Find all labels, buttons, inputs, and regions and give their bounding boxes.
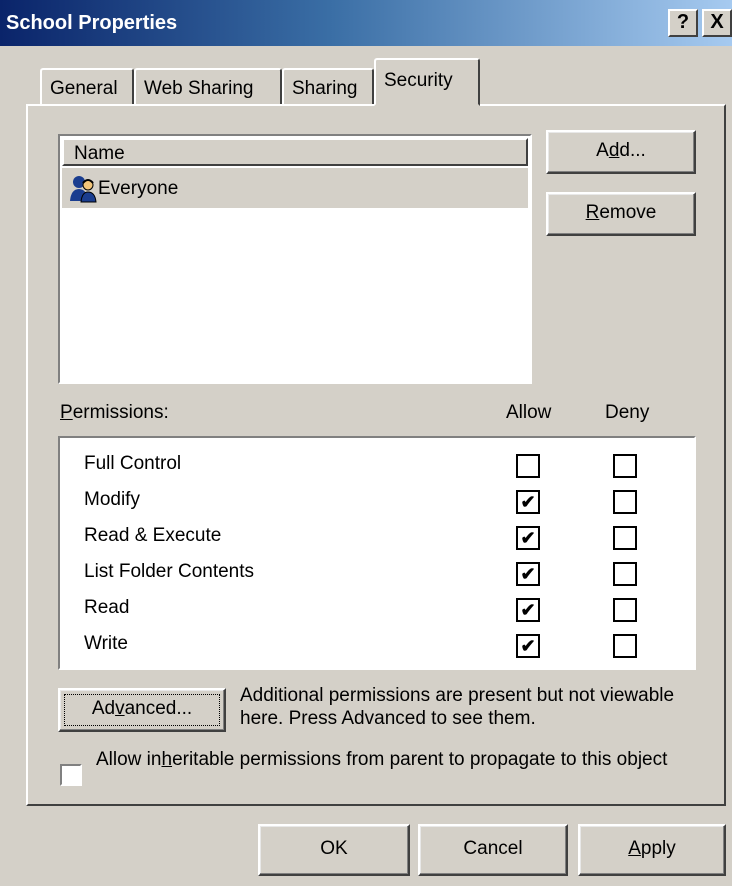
tab-web-sharing[interactable]: Web Sharing	[134, 68, 282, 104]
deny-checkbox[interactable]	[613, 490, 637, 514]
tab-general[interactable]: General	[40, 68, 134, 104]
permission-label: Modify	[84, 489, 140, 510]
add-button[interactable]: Add...	[546, 130, 696, 174]
ok-button[interactable]: OK	[258, 824, 410, 876]
tab-sharing[interactable]: Sharing	[282, 68, 374, 104]
permission-label: Read & Execute	[84, 525, 222, 546]
cancel-button[interactable]: Cancel	[418, 824, 568, 876]
allow-column-header: Allow	[506, 402, 552, 423]
deny-checkbox[interactable]	[613, 454, 637, 478]
help-button[interactable]: ?	[668, 9, 698, 37]
advanced-button[interactable]: Advanced...	[58, 688, 226, 732]
deny-checkbox[interactable]	[613, 562, 637, 586]
allow-checkbox[interactable]: ✔	[516, 490, 540, 514]
name-column-header[interactable]: Name	[62, 138, 528, 166]
close-button[interactable]: X	[702, 9, 732, 37]
permission-label: Full Control	[84, 453, 182, 474]
remove-button[interactable]: Remove	[546, 192, 696, 236]
deny-checkbox[interactable]	[613, 598, 637, 622]
deny-column-header: Deny	[605, 402, 650, 423]
window-title: School Properties	[6, 12, 178, 34]
allow-checkbox[interactable]: ✔	[516, 634, 540, 658]
allow-checkbox[interactable]: ✔	[516, 526, 540, 550]
allow-checkbox[interactable]: ✔	[516, 562, 540, 586]
apply-button[interactable]: Apply	[578, 824, 726, 876]
permission-label: Write	[84, 633, 128, 654]
permission-label: List Folder Contents	[84, 561, 255, 582]
permission-label: Read	[84, 597, 130, 618]
tab-security[interactable]: Security	[374, 58, 480, 106]
list-item-label: Everyone	[98, 178, 179, 199]
inherit-permissions-checkbox[interactable]	[60, 764, 82, 786]
inherit-permissions-label[interactable]: Allow inheritable permissions from paren…	[96, 748, 696, 772]
deny-checkbox[interactable]	[613, 526, 637, 550]
advanced-note: Additional permissions are present but n…	[240, 685, 675, 729]
permissions-label: Permissions:	[60, 402, 169, 423]
allow-checkbox[interactable]	[516, 454, 540, 478]
group-users-icon	[70, 176, 97, 203]
deny-checkbox[interactable]	[613, 634, 637, 658]
allow-checkbox[interactable]: ✔	[516, 598, 540, 622]
